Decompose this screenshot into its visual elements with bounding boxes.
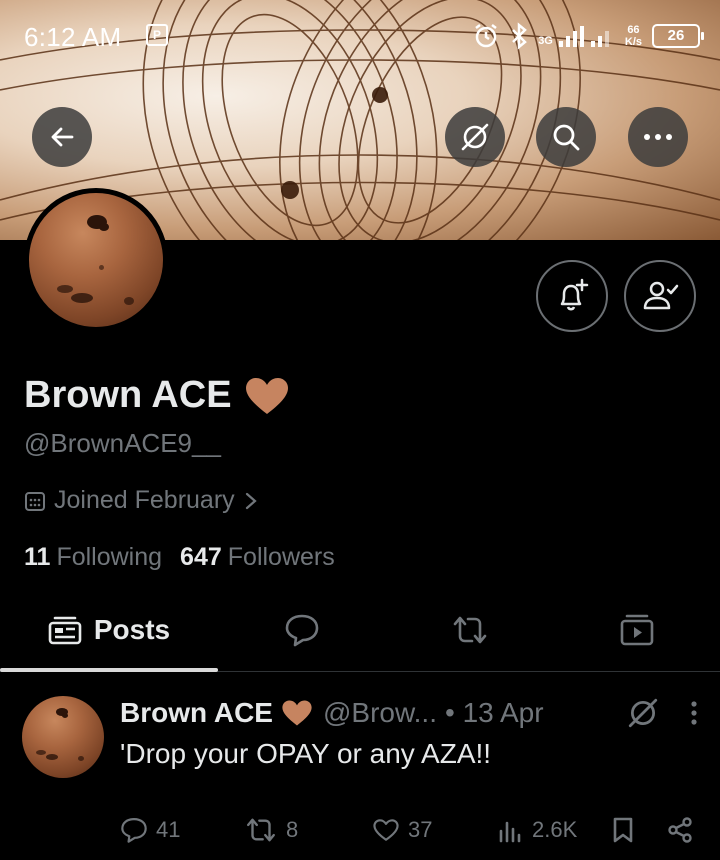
tab-media[interactable] <box>554 588 720 672</box>
reply-count: 41 <box>156 817 181 842</box>
views-icon <box>499 821 521 843</box>
tab-posts[interactable]: Posts <box>0 588 218 672</box>
battery-icon: 26 <box>652 24 704 48</box>
follow-stats: 11 Following 647 Followers <box>24 543 335 572</box>
views-button[interactable]: 2.6K <box>498 812 577 848</box>
status-time: 6:12 AM <box>24 22 122 52</box>
notifications-button[interactable] <box>536 260 608 332</box>
repost-button[interactable]: 8 <box>244 812 298 848</box>
search-icon <box>553 124 580 151</box>
reposts-icon <box>453 616 487 644</box>
back-button[interactable] <box>32 107 92 167</box>
chevron-right-icon <box>245 492 257 509</box>
share-icon <box>668 817 692 843</box>
following-link[interactable]: 11 Following <box>24 543 162 572</box>
views-count: 2.6K <box>532 817 578 842</box>
brown-heart-icon <box>282 700 312 726</box>
network-speed: 66 K/s <box>624 24 642 48</box>
tab-replies[interactable] <box>218 588 386 672</box>
following-button[interactable] <box>624 260 696 332</box>
grok-icon[interactable] <box>626 696 660 730</box>
bell-plus-icon <box>560 278 589 311</box>
post-header: Brown ACE @Brow... • 13 Apr <box>120 696 700 730</box>
posts-icon <box>48 616 82 645</box>
post-handle[interactable]: @Brow... <box>323 697 437 729</box>
more-dots-icon <box>644 134 672 140</box>
bookmark-button[interactable] <box>612 812 634 848</box>
bluetooth-icon <box>512 22 528 50</box>
post-date: • 13 Apr <box>444 697 544 728</box>
alarm-icon <box>475 24 497 48</box>
heart-icon <box>373 819 399 841</box>
back-arrow-icon <box>51 127 74 147</box>
profile-tabs: Posts <box>0 588 720 672</box>
more-options-button[interactable] <box>628 107 688 167</box>
joined-date[interactable]: Joined February <box>24 486 259 515</box>
profile-name-text: Brown ACE <box>24 374 232 416</box>
post-more-icon[interactable] <box>688 699 700 727</box>
post-text: 'Drop your OPAY or any AZA!! <box>120 738 492 769</box>
grok-button[interactable] <box>445 107 505 167</box>
active-tab-indicator <box>0 668 218 672</box>
sim-icon: P <box>146 24 168 46</box>
reply-button[interactable]: 41 <box>120 812 180 848</box>
profile-handle: @BrownACE9__ <box>24 428 221 458</box>
post-avatar[interactable] <box>22 696 104 778</box>
replies-icon <box>285 614 319 647</box>
grok-icon <box>461 123 489 151</box>
profile-name: Brown ACE <box>24 374 290 417</box>
user-check-icon <box>643 281 679 310</box>
followers-link[interactable]: 647 Followers <box>180 543 335 572</box>
status-bar: 6:12 AM P 3G 66 K/s 26 <box>0 0 720 70</box>
calendar-icon <box>25 491 45 511</box>
profile-avatar[interactable] <box>24 188 168 332</box>
status-icons: 3G 66 K/s 26 <box>472 18 704 54</box>
bookmark-icon <box>613 817 633 843</box>
joined-text: Joined February <box>54 486 235 514</box>
share-button[interactable] <box>666 812 694 848</box>
media-icon <box>620 614 654 646</box>
tab-posts-label: Posts <box>93 614 171 645</box>
signal-icon: 3G <box>538 25 615 47</box>
reply-icon <box>121 818 147 843</box>
like-button[interactable]: 37 <box>372 812 432 848</box>
like-count: 37 <box>408 817 433 842</box>
tab-reposts[interactable] <box>386 588 554 672</box>
post-author[interactable]: Brown ACE <box>120 697 273 729</box>
post-actions: 41 8 37 2.6K <box>120 812 700 848</box>
search-button[interactable] <box>536 107 596 167</box>
repost-count: 8 <box>286 817 299 842</box>
brown-heart-icon <box>245 377 288 414</box>
repost-icon <box>247 818 275 842</box>
